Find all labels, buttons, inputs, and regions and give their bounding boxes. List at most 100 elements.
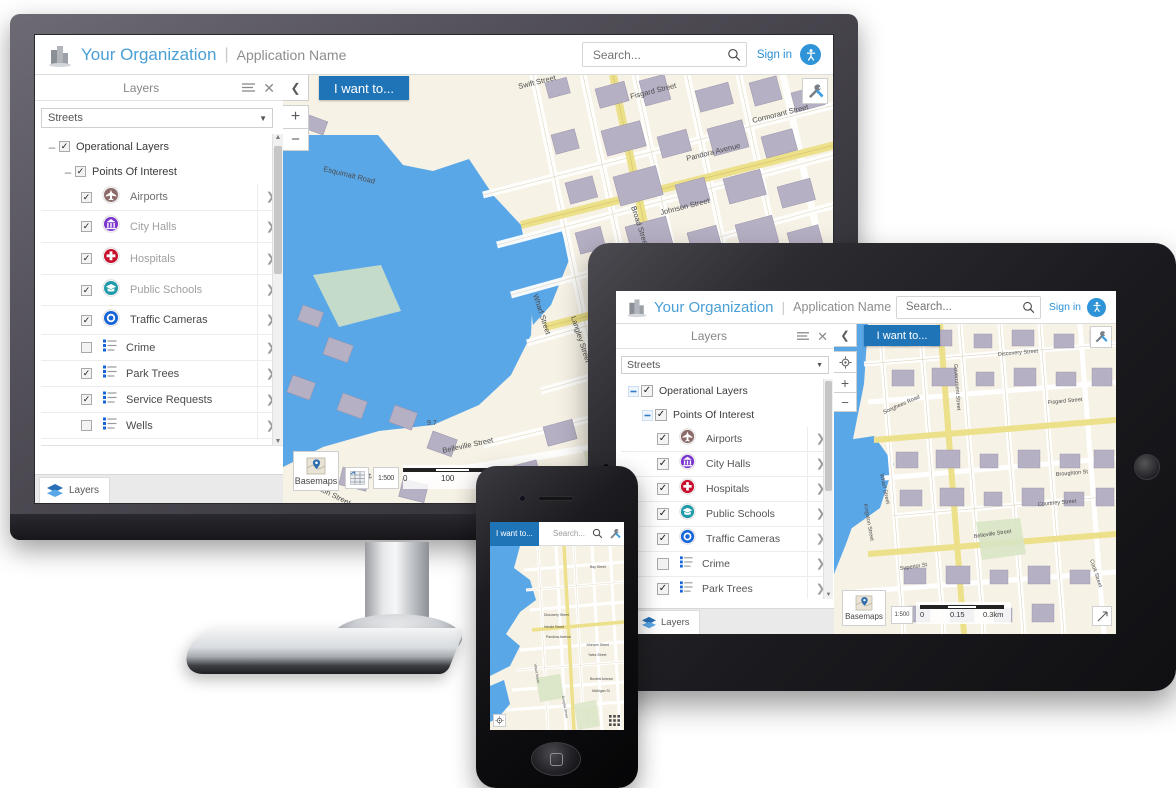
checkbox[interactable]: ✓ bbox=[655, 409, 667, 421]
layer-row-park-trees[interactable]: ✓ Park Trees ❯ bbox=[41, 360, 283, 387]
scrollbar-thumb[interactable] bbox=[274, 146, 282, 274]
layer-group-operational-layers[interactable]: – ✓ Operational Layers bbox=[41, 134, 283, 159]
collapse-toggle-icon[interactable]: – bbox=[61, 165, 75, 179]
i-want-to-button[interactable]: I want to... bbox=[864, 325, 940, 346]
checkbox[interactable]: ✓ bbox=[81, 253, 92, 264]
checkbox[interactable]: ✓ bbox=[657, 583, 669, 595]
scroll-down-arrow-icon[interactable]: ▼ bbox=[824, 592, 833, 598]
layer-row-airports[interactable]: ✓ Airports ❯ bbox=[41, 183, 283, 211]
layer-row-city-halls[interactable]: ✓ City Halls ❯ bbox=[621, 451, 833, 477]
layer-group-points-of-interest[interactable]: – ✓ Points Of Interest bbox=[41, 159, 283, 184]
scale-value-button[interactable]: 1:500 bbox=[373, 467, 399, 489]
scroll-up-arrow-icon[interactable]: ▲ bbox=[273, 134, 283, 141]
scale-value-button[interactable]: 1:500 bbox=[891, 606, 913, 624]
checkbox[interactable]: ✓ bbox=[81, 394, 92, 405]
checkbox[interactable]: ✓ bbox=[59, 141, 70, 152]
chevron-down-icon[interactable]: ▼ bbox=[816, 362, 823, 369]
map-canvas[interactable]: Discovery Street Fisgard Street Governme… bbox=[834, 324, 1116, 634]
tools-wrench-screwdriver-icon[interactable] bbox=[606, 528, 624, 540]
tools-button[interactable] bbox=[1090, 326, 1112, 348]
layer-row-airports[interactable]: ✓ Airports ❯ bbox=[621, 426, 833, 452]
hamburger-menu-icon[interactable] bbox=[796, 330, 810, 342]
basemaps-button[interactable]: Basemaps bbox=[293, 451, 339, 491]
phone-search-placeholder[interactable]: Search... bbox=[539, 529, 588, 538]
layer-tree[interactable]: – ✓ Operational Layers – ✓ Points Of Int… bbox=[41, 134, 283, 446]
checkbox[interactable]: ✓ bbox=[81, 420, 92, 431]
home-locate-button[interactable] bbox=[834, 351, 857, 372]
checkbox[interactable]: ✓ bbox=[81, 368, 92, 379]
checkbox[interactable]: ✓ bbox=[657, 558, 669, 570]
layer-tree-scrollbar[interactable]: ▼ bbox=[823, 379, 833, 599]
map-canvas[interactable]: Bay Street Discovery Street Herald Stree… bbox=[490, 546, 624, 730]
checkbox[interactable]: ✓ bbox=[657, 483, 669, 495]
scroll-down-arrow-icon[interactable]: ▼ bbox=[273, 438, 283, 445]
layer-row-traffic-cameras[interactable]: ✓ Traffic Cameras ❯ bbox=[621, 526, 833, 552]
locate-button[interactable] bbox=[493, 714, 506, 727]
collapse-panel-button[interactable]: ❮ bbox=[283, 75, 309, 101]
expand-map-button[interactable] bbox=[1092, 606, 1112, 626]
close-icon[interactable]: ✕ bbox=[817, 330, 828, 343]
scrollbar-thumb[interactable] bbox=[825, 381, 832, 491]
layer-row-city-halls[interactable]: ✓ City Halls ❯ bbox=[41, 210, 283, 243]
tools-button[interactable] bbox=[802, 78, 828, 104]
collapse-panel-button[interactable]: ❮ bbox=[834, 324, 857, 347]
phone-home-button[interactable] bbox=[531, 742, 581, 776]
sign-in-link[interactable]: Sign in bbox=[1049, 301, 1081, 313]
layer-row-public-schools[interactable]: ✓ Public Schools ❯ bbox=[41, 274, 283, 306]
basemap-select[interactable]: Streets ▼ bbox=[41, 108, 273, 128]
zoom-out-button[interactable]: − bbox=[283, 128, 309, 151]
zoom-in-button[interactable]: + bbox=[834, 372, 857, 392]
tablet-home-button[interactable] bbox=[1134, 454, 1160, 480]
layer-group-operational-layers[interactable]: ✓ Operational Layers bbox=[621, 379, 833, 403]
hamburger-menu-icon[interactable] bbox=[241, 81, 256, 94]
checkbox[interactable]: ✓ bbox=[81, 342, 92, 353]
layer-tree[interactable]: ✓ Operational Layers ✓ Points Of Interes… bbox=[621, 379, 833, 599]
zoom-out-button[interactable]: − bbox=[834, 392, 857, 412]
zoom-in-button[interactable]: + bbox=[283, 105, 309, 128]
checkbox[interactable]: ✓ bbox=[641, 385, 653, 397]
checkbox[interactable]: ✓ bbox=[75, 166, 86, 177]
accessibility-icon[interactable] bbox=[1087, 297, 1106, 317]
layer-row-public-schools[interactable]: ✓ Public Schools ❯ bbox=[621, 501, 833, 527]
checkbox[interactable]: ✓ bbox=[81, 191, 92, 203]
collapse-toggle-icon[interactable] bbox=[625, 385, 641, 397]
layer-tree-scrollbar[interactable]: ▲ ▼ bbox=[272, 134, 283, 445]
layer-row-traffic-cameras[interactable]: ✓ Traffic Cameras ❯ bbox=[41, 305, 283, 335]
layer-row-park-trees[interactable]: ✓ Park Trees ❯ bbox=[621, 576, 833, 599]
checkbox[interactable]: ✓ bbox=[657, 433, 669, 445]
legend-button[interactable] bbox=[345, 467, 369, 489]
checkbox[interactable]: ✓ bbox=[81, 221, 92, 232]
layer-row-hospitals[interactable]: ✓ Hospitals ❯ bbox=[621, 476, 833, 502]
checkbox[interactable]: ✓ bbox=[657, 533, 669, 545]
layer-row-crime[interactable]: ✓ Crime ❯ bbox=[41, 334, 283, 361]
i-want-to-button[interactable]: I want to... bbox=[319, 76, 409, 100]
collapse-toggle-icon[interactable]: – bbox=[45, 140, 59, 154]
search-input[interactable] bbox=[590, 46, 728, 63]
search-icon[interactable] bbox=[588, 528, 606, 539]
accessibility-icon[interactable] bbox=[800, 44, 821, 65]
layers-bottom-tab[interactable]: Layers bbox=[39, 477, 111, 503]
collapse-toggle-icon[interactable] bbox=[639, 409, 655, 421]
layer-row-service-requests[interactable]: ✓ Service Requests ❯ bbox=[41, 386, 283, 413]
layer-group-administrative-areas[interactable]: – ✓ Administrative Areas bbox=[41, 439, 283, 446]
layer-row-crime[interactable]: ✓ Crime ❯ bbox=[621, 551, 833, 577]
search-box[interactable] bbox=[581, 42, 747, 67]
search-box[interactable] bbox=[895, 295, 1041, 319]
checkbox[interactable]: ✓ bbox=[81, 314, 92, 326]
checkbox[interactable]: ✓ bbox=[657, 458, 669, 470]
close-icon[interactable]: ✕ bbox=[263, 81, 275, 95]
grid-button[interactable] bbox=[608, 714, 621, 727]
collapse-toggle-icon[interactable]: – bbox=[61, 445, 75, 446]
sign-in-link[interactable]: Sign in bbox=[757, 49, 792, 61]
search-input[interactable] bbox=[903, 300, 1023, 314]
layer-row-wells[interactable]: ✓ Wells ❯ bbox=[41, 412, 283, 439]
layer-row-hospitals[interactable]: ✓ Hospitals ❯ bbox=[41, 242, 283, 275]
checkbox[interactable]: ✓ bbox=[657, 508, 669, 520]
basemaps-button[interactable]: Basemaps bbox=[842, 590, 886, 626]
chevron-down-icon[interactable]: ▼ bbox=[259, 114, 267, 123]
search-icon[interactable] bbox=[1022, 300, 1035, 315]
search-icon[interactable] bbox=[727, 47, 741, 63]
i-want-to-button[interactable]: I want to... bbox=[490, 522, 539, 546]
checkbox[interactable]: ✓ bbox=[81, 284, 92, 296]
layer-group-points-of-interest[interactable]: ✓ Points Of Interest bbox=[621, 403, 833, 427]
